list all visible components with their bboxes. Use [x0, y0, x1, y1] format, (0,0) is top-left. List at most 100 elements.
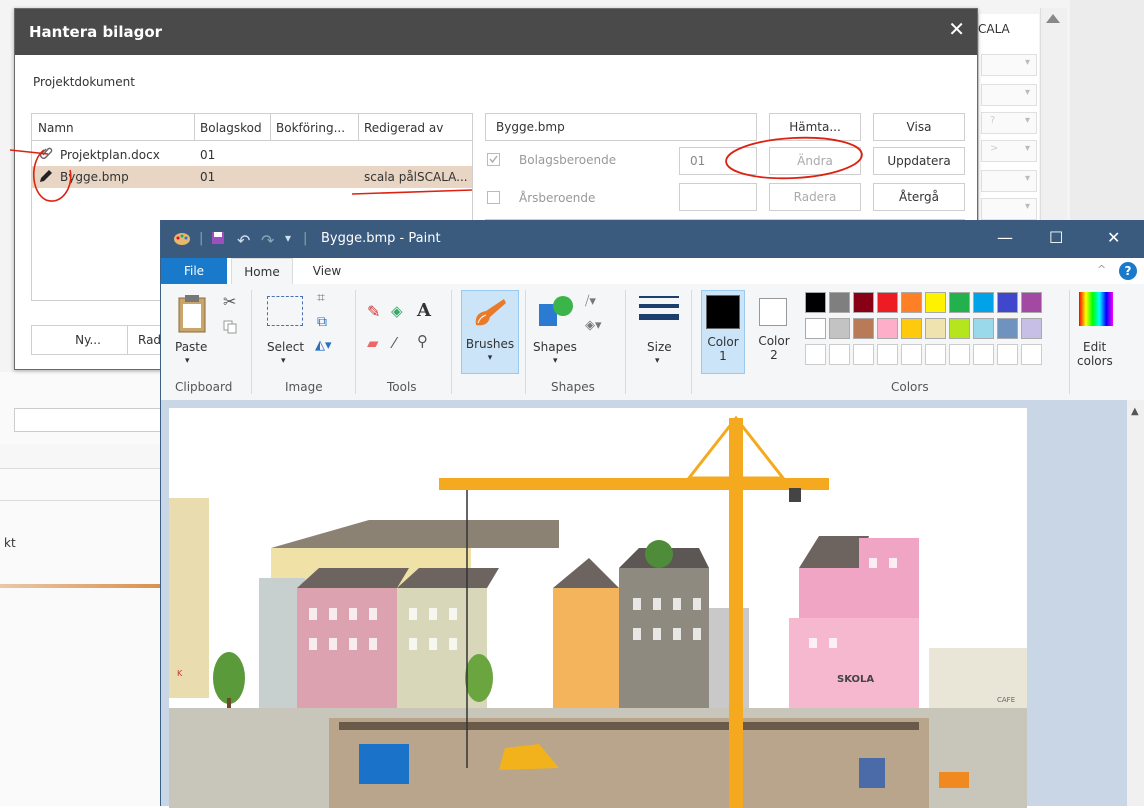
redo-icon[interactable]: ↷ — [261, 231, 274, 250]
copy-icon[interactable] — [223, 320, 237, 337]
background-cell[interactable] — [981, 84, 1037, 106]
background-scrollbar[interactable] — [1040, 8, 1067, 220]
fetch-button[interactable]: Hämta... — [769, 113, 861, 141]
save-icon[interactable] — [211, 231, 225, 249]
color1-button[interactable]: Color 1 — [701, 290, 745, 374]
palette-color-swatch[interactable] — [1021, 292, 1042, 313]
undo-icon[interactable]: ↶ — [237, 231, 250, 250]
palette-color-swatch[interactable] — [805, 292, 826, 313]
palette-empty-swatch[interactable] — [997, 344, 1018, 365]
palette-color-swatch[interactable] — [997, 318, 1018, 339]
palette-empty-swatch[interactable] — [901, 344, 922, 365]
palette-color-swatch[interactable] — [925, 318, 946, 339]
palette-color-swatch[interactable] — [901, 318, 922, 339]
palette-color-swatch[interactable] — [829, 318, 850, 339]
select-button[interactable]: Select — [267, 340, 304, 354]
crop-icon[interactable]: ⌗ — [317, 290, 325, 306]
background-input[interactable] — [14, 408, 162, 432]
palette-color-swatch[interactable] — [853, 318, 874, 339]
column-header-edited-by[interactable]: Redigerad av — [364, 121, 443, 135]
shape-fill-icon[interactable]: ◈▾ — [585, 318, 602, 333]
background-cell[interactable]: > — [981, 140, 1037, 162]
select-icon[interactable] — [267, 296, 303, 326]
size-icon[interactable] — [639, 296, 679, 320]
magnifier-icon[interactable]: ⚲ — [417, 332, 428, 350]
color-picker-icon[interactable]: ⁄ — [393, 334, 396, 352]
color2-button[interactable]: Color 2 — [753, 294, 795, 374]
paste-button[interactable]: Paste — [175, 340, 207, 354]
column-header-code[interactable]: Bolagskod — [200, 121, 262, 135]
palette-color-swatch[interactable] — [949, 318, 970, 339]
palette-color-swatch[interactable] — [877, 318, 898, 339]
table-row[interactable]: Projektplan.docx 01 — [32, 144, 472, 166]
paste-icon[interactable] — [177, 294, 207, 337]
show-button[interactable]: Visa — [873, 113, 965, 141]
column-header-name[interactable]: Namn — [38, 121, 74, 135]
rotate-icon[interactable]: ◭▾ — [315, 338, 332, 353]
palette-empty-swatch[interactable] — [853, 344, 874, 365]
eraser-icon[interactable]: ▰ — [367, 334, 379, 352]
palette-color-swatch[interactable] — [997, 292, 1018, 313]
palette-color-swatch[interactable] — [949, 292, 970, 313]
background-cell[interactable] — [981, 198, 1037, 220]
year-dependent-checkbox[interactable] — [487, 191, 500, 204]
palette-empty-swatch[interactable] — [925, 344, 946, 365]
company-dependent-checkbox[interactable] — [487, 153, 500, 166]
palette-color-swatch[interactable] — [925, 292, 946, 313]
file-name-field[interactable]: Bygge.bmp — [485, 113, 757, 141]
close-icon[interactable]: ✕ — [1107, 228, 1120, 247]
size-button[interactable]: Size — [647, 340, 672, 354]
maximize-icon[interactable]: ☐ — [1049, 228, 1063, 247]
tab-view[interactable]: View — [307, 258, 347, 284]
scroll-up-icon[interactable] — [1046, 14, 1060, 23]
scroll-up-icon[interactable]: ▲ — [1131, 406, 1139, 417]
background-cell[interactable] — [981, 170, 1037, 192]
fill-icon[interactable]: ◈ — [391, 302, 403, 320]
edit-colors-label[interactable]: Edit — [1083, 340, 1106, 354]
palette-empty-swatch[interactable] — [805, 344, 826, 365]
shapes-icon[interactable] — [537, 294, 577, 333]
tab-home[interactable]: Home — [231, 258, 293, 286]
size-dropdown-icon[interactable]: ▾ — [655, 356, 660, 366]
shapes-button[interactable]: Shapes — [533, 340, 577, 354]
delete-button[interactable]: Radera — [769, 183, 861, 211]
select-dropdown-icon[interactable]: ▾ — [281, 356, 286, 366]
palette-color-swatch[interactable] — [973, 292, 994, 313]
palette-color-swatch[interactable] — [805, 318, 826, 339]
customize-qat-icon[interactable]: ▾ — [285, 231, 291, 245]
column-header-booking[interactable]: Bokföring... — [276, 121, 345, 135]
company-code-field[interactable]: 01 — [679, 147, 757, 175]
brushes-button[interactable]: Brushes ▾ — [461, 290, 519, 374]
close-icon[interactable]: ✕ — [948, 19, 965, 39]
pencil-icon[interactable]: ✎ — [367, 302, 380, 321]
palette-empty-swatch[interactable] — [973, 344, 994, 365]
cut-icon[interactable]: ✂ — [223, 292, 236, 311]
palette-empty-swatch[interactable] — [1021, 344, 1042, 365]
tab-file[interactable]: File — [161, 258, 227, 284]
paste-dropdown-icon[interactable]: ▾ — [185, 356, 190, 366]
palette-color-swatch[interactable] — [877, 292, 898, 313]
palette-color-swatch[interactable] — [973, 318, 994, 339]
year-field[interactable] — [679, 183, 757, 211]
palette-empty-swatch[interactable] — [829, 344, 850, 365]
table-row[interactable]: Bygge.bmp 01 scala pålSCALA... — [32, 166, 472, 188]
palette-empty-swatch[interactable] — [949, 344, 970, 365]
text-icon[interactable]: A — [417, 300, 431, 321]
edit-colors-icon[interactable] — [1079, 292, 1113, 326]
shapes-dropdown-icon[interactable]: ▾ — [553, 356, 558, 366]
change-button[interactable]: Ändra — [769, 147, 861, 175]
palette-color-swatch[interactable] — [829, 292, 850, 313]
help-icon[interactable]: ? — [1119, 262, 1137, 280]
minimize-icon[interactable]: — — [997, 228, 1013, 247]
edit-colors-label-2[interactable]: colors — [1077, 354, 1113, 368]
outline-icon[interactable]: ⧸▾ — [585, 294, 596, 309]
update-button[interactable]: Uppdatera — [873, 147, 965, 175]
background-cell[interactable]: ? — [981, 112, 1037, 134]
collapse-ribbon-icon[interactable]: ^ — [1097, 263, 1106, 276]
image-canvas[interactable]: SKOLA CAFE K — [169, 408, 1027, 808]
background-cell[interactable] — [981, 54, 1037, 76]
canvas-scrollbar[interactable]: ▲ — [1127, 400, 1144, 806]
palette-color-swatch[interactable] — [1021, 318, 1042, 339]
resize-icon[interactable]: ⧉ — [317, 314, 327, 330]
palette-color-swatch[interactable] — [901, 292, 922, 313]
